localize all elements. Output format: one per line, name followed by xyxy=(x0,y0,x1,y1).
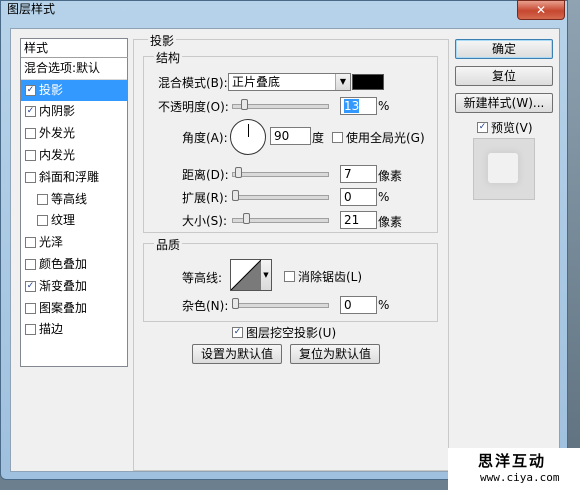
dialog-window: 图层样式 ✕ 样式 混合选项:默认 ✓ 投影 ✓ 内阴影 外发光 内发光 斜面和… xyxy=(0,0,568,480)
style-item-pattern-overlay[interactable]: 图案叠加 xyxy=(21,298,127,319)
style-item-texture[interactable]: 纹理 xyxy=(21,210,127,231)
angle-input[interactable]: 90 xyxy=(270,127,311,145)
drop-shadow-checkbox[interactable]: ✓ xyxy=(25,85,36,96)
preview-checkbox[interactable]: ✓ xyxy=(477,122,488,133)
distance-slider-thumb[interactable] xyxy=(235,167,242,178)
inner-glow-checkbox[interactable] xyxy=(25,150,36,161)
blend-mode-select[interactable]: 正片叠底 ▼ xyxy=(228,73,351,91)
style-item-outer-glow[interactable]: 外发光 xyxy=(21,123,127,144)
bevel-emboss-checkbox[interactable] xyxy=(25,172,36,183)
distance-label: 距离(D): xyxy=(182,168,229,182)
antialias-label: 消除锯齿(L) xyxy=(298,270,363,284)
knockout-label: 图层挖空投影(U) xyxy=(246,326,337,340)
pattern-overlay-checkbox[interactable] xyxy=(25,303,36,314)
global-light-checkbox[interactable] xyxy=(332,132,343,143)
reset-button[interactable]: 复位 xyxy=(455,66,553,86)
spread-input[interactable]: 0 xyxy=(340,188,377,206)
new-style-button[interactable]: 新建样式(W)... xyxy=(455,93,553,113)
spread-label: 扩展(R): xyxy=(182,191,228,205)
style-item-inner-shadow[interactable]: ✓ 内阴影 xyxy=(21,101,127,122)
color-overlay-checkbox[interactable] xyxy=(25,259,36,270)
style-preview xyxy=(473,138,535,200)
style-item-inner-glow[interactable]: 内发光 xyxy=(21,145,127,166)
opacity-unit: % xyxy=(378,99,390,113)
preview-thumbnail xyxy=(488,153,518,183)
size-label: 大小(S): xyxy=(182,214,228,228)
outer-glow-checkbox[interactable] xyxy=(25,128,36,139)
drop-shadow-group: 投影 结构 混合模式(B): 正片叠底 ▼ 不透明度(O): 13 % 角度(A… xyxy=(133,32,449,471)
noise-slider-thumb[interactable] xyxy=(232,298,239,309)
style-item-contour[interactable]: 等高线 xyxy=(21,189,127,210)
close-button[interactable]: ✕ xyxy=(517,0,565,20)
angle-unit: 度 xyxy=(312,131,325,145)
title-bar: 图层样式 ✕ xyxy=(1,0,567,20)
spread-unit: % xyxy=(378,190,390,204)
close-icon: ✕ xyxy=(535,3,547,17)
inner-shadow-checkbox[interactable]: ✓ xyxy=(25,106,36,117)
distance-input[interactable]: 7 xyxy=(340,165,377,183)
spread-slider-thumb[interactable] xyxy=(232,190,239,201)
reset-default-button[interactable]: 复位为默认值 xyxy=(290,344,380,364)
make-default-button[interactable]: 设置为默认值 xyxy=(192,344,282,364)
stroke-checkbox[interactable] xyxy=(25,324,36,335)
distance-unit: 像素 xyxy=(378,169,403,183)
angle-dial[interactable] xyxy=(230,119,266,155)
contour-picker[interactable] xyxy=(230,259,262,291)
angle-label: 角度(A): xyxy=(182,131,228,145)
noise-unit: % xyxy=(378,298,390,312)
watermark-name: 思洋互动 xyxy=(478,452,547,470)
knockout-checkbox[interactable]: ✓ xyxy=(232,327,243,338)
noise-slider[interactable] xyxy=(232,303,329,308)
noise-label: 杂色(N): xyxy=(182,299,229,313)
style-item-gradient-overlay[interactable]: ✓ 渐变叠加 xyxy=(21,276,127,297)
size-input[interactable]: 21 xyxy=(340,211,377,229)
contour-curve-icon xyxy=(230,259,262,291)
texture-checkbox[interactable] xyxy=(37,215,48,226)
style-item-stroke[interactable]: 描边 xyxy=(21,319,127,340)
size-unit: 像素 xyxy=(378,215,403,229)
quality-group: 品质 等高线: ▼ 消除锯齿(L) 杂色(N): 0 % xyxy=(143,236,438,322)
opacity-input[interactable]: 13 xyxy=(340,97,377,115)
contour-checkbox[interactable] xyxy=(37,194,48,205)
antialias-checkbox[interactable] xyxy=(284,271,295,282)
style-item-drop-shadow[interactable]: ✓ 投影 xyxy=(21,80,127,101)
blend-mode-label: 混合模式(B): xyxy=(158,76,228,90)
chevron-down-icon: ▼ xyxy=(335,74,350,90)
angle-needle xyxy=(248,124,249,137)
style-item-color-overlay[interactable]: 颜色叠加 xyxy=(21,254,127,275)
drop-shadow-title: 投影 xyxy=(148,32,177,49)
contour-label: 等高线: xyxy=(182,271,223,285)
spread-slider[interactable] xyxy=(232,195,329,200)
preview-label: 预览(V) xyxy=(491,121,533,135)
noise-input[interactable]: 0 xyxy=(340,296,377,314)
size-slider-thumb[interactable] xyxy=(243,213,250,224)
opacity-label: 不透明度(O): xyxy=(158,100,229,114)
structure-group: 结构 混合模式(B): 正片叠底 ▼ 不透明度(O): 13 % 角度(A): … xyxy=(143,49,438,233)
quality-title: 品质 xyxy=(154,236,183,253)
watermark: 思洋互动 www.ciya.com xyxy=(448,448,580,490)
structure-title: 结构 xyxy=(154,49,183,66)
dialog-client: 样式 混合选项:默认 ✓ 投影 ✓ 内阴影 外发光 内发光 斜面和浮雕 等高线 … xyxy=(10,28,560,472)
window-title: 图层样式 xyxy=(7,2,56,16)
ok-button[interactable]: 确定 xyxy=(455,39,553,59)
style-list-header[interactable]: 样式 xyxy=(21,39,128,58)
shadow-color-swatch[interactable] xyxy=(352,74,384,90)
contour-dropdown-icon[interactable]: ▼ xyxy=(261,259,272,291)
style-item-satin[interactable]: 光泽 xyxy=(21,232,127,253)
gradient-overlay-checkbox[interactable]: ✓ xyxy=(25,281,36,292)
style-item-bevel-emboss[interactable]: 斜面和浮雕 xyxy=(21,167,127,188)
distance-slider[interactable] xyxy=(232,172,329,177)
blend-options-item[interactable]: 混合选项:默认 xyxy=(21,58,127,80)
opacity-slider-thumb[interactable] xyxy=(241,99,248,110)
satin-checkbox[interactable] xyxy=(25,237,36,248)
style-list: 样式 混合选项:默认 ✓ 投影 ✓ 内阴影 外发光 内发光 斜面和浮雕 等高线 … xyxy=(20,38,128,367)
watermark-url: www.ciya.com xyxy=(480,471,560,484)
global-light-label: 使用全局光(G) xyxy=(346,131,425,145)
